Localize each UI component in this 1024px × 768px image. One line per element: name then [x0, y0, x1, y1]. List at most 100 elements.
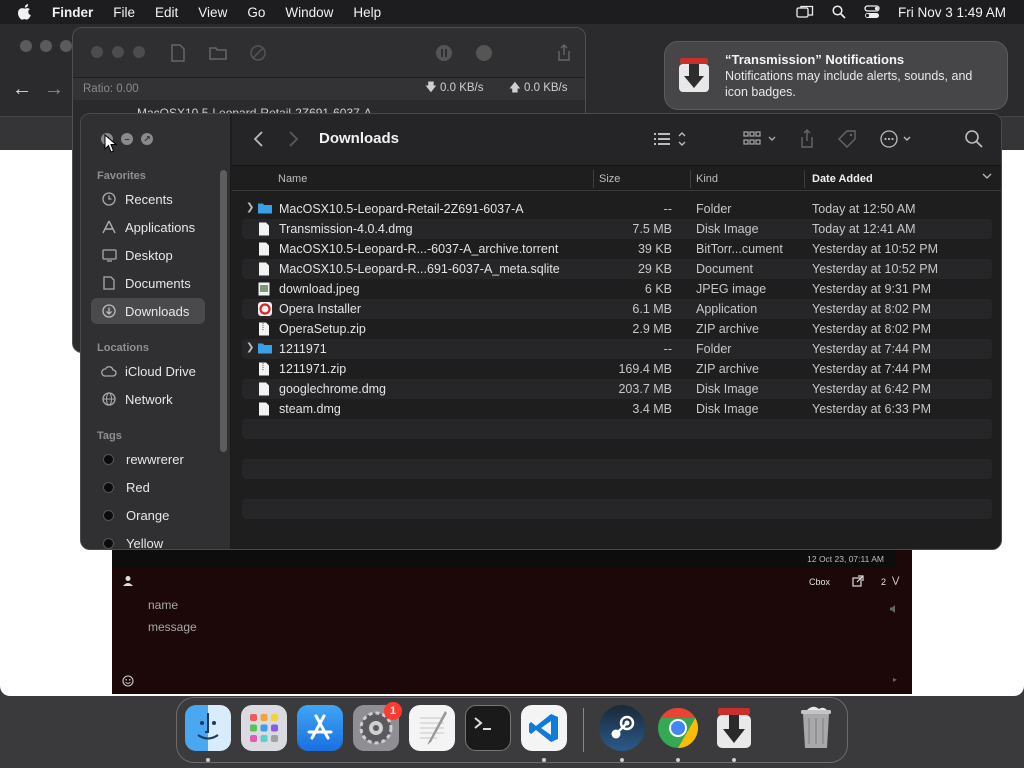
- file-row[interactable]: Opera Installer 6.1 MB Application Yesterda…: [242, 299, 992, 319]
- share-icon[interactable]: [798, 128, 816, 155]
- column-header-kind[interactable]: Kind: [696, 173, 718, 185]
- dock-app-store-icon[interactable]: [297, 705, 343, 751]
- double-chevron-down-icon[interactable]: ⋁: [892, 575, 899, 586]
- menu-clock[interactable]: Fri Nov 3 1:49 AM: [898, 5, 1006, 20]
- spotlight-search-icon[interactable]: [832, 5, 846, 19]
- menu-view[interactable]: View: [198, 5, 227, 20]
- emoji-icon[interactable]: [122, 674, 134, 692]
- file-row[interactable]: googlechrome.dmg 203.7 MB Disk Image Yester…: [242, 379, 992, 399]
- file-name: Transmission-4.0.4.dmg: [279, 222, 413, 236]
- external-link-icon[interactable]: [852, 574, 864, 592]
- file-row[interactable]: ❯ 1211971 -- Folder Yesterday at 7:44 PM: [242, 339, 992, 359]
- screen-mirroring-icon[interactable]: [796, 5, 814, 19]
- file-date-added: Today at 12:50 AM: [812, 202, 916, 216]
- sidebar-item-recents[interactable]: Recents: [91, 186, 205, 212]
- file-date-added: Today at 12:41 AM: [812, 222, 916, 236]
- sidebar-item-documents[interactable]: Documents: [91, 270, 205, 296]
- sidebar-tag-yellow[interactable]: Yellow: [91, 530, 205, 549]
- sidebar-item-network[interactable]: Network: [91, 386, 205, 412]
- transmission-traffic-lights[interactable]: [91, 46, 145, 58]
- file-row[interactable]: Transmission-4.0.4.dmg 7.5 MB Disk Image To…: [242, 219, 992, 239]
- remove-icon[interactable]: [247, 42, 269, 64]
- file-row[interactable]: 1211971.zip 169.4 MB ZIP archive Yesterday …: [242, 359, 992, 379]
- file-row[interactable]: OperaSetup.zip 2.9 MB ZIP archive Yesterday…: [242, 319, 992, 339]
- forward-chevron-icon[interactable]: [288, 129, 300, 154]
- sidebar-tag-orange[interactable]: Orange: [91, 502, 205, 528]
- dock-chrome-icon[interactable]: [655, 705, 701, 751]
- minimize-button[interactable]: –: [121, 133, 133, 145]
- file-row[interactable]: MacOSX10.5-Leopard-R...691-6037-A_meta.s…: [242, 259, 992, 279]
- menu-go[interactable]: Go: [247, 5, 265, 20]
- file-name: Opera Installer: [279, 302, 361, 316]
- sort-chevron-down-icon[interactable]: [982, 171, 992, 184]
- search-icon[interactable]: [964, 128, 984, 155]
- dock-terminal-icon[interactable]: [465, 705, 511, 751]
- tag-dot-icon: [103, 509, 114, 521]
- file-row[interactable]: steam.dmg 3.4 MB Disk Image Yesterday at 6:…: [242, 399, 992, 419]
- file-size: 2.9 MB: [632, 322, 672, 336]
- menu-bar: Finder File Edit View Go Window Help Fri…: [0, 0, 1024, 24]
- folder-icon[interactable]: [207, 42, 229, 64]
- menu-edit[interactable]: Edit: [155, 5, 178, 20]
- sidebar-item-downloads[interactable]: Downloads: [91, 298, 205, 324]
- transmission-notification[interactable]: “Transmission” Notifications Notificatio…: [664, 41, 1008, 110]
- tags-section-label: Tags: [97, 430, 122, 442]
- disclosure-chevron-icon[interactable]: ❯: [246, 202, 254, 213]
- list-view-icon[interactable]: [652, 128, 690, 155]
- ratio-label[interactable]: Ratio: 0.00: [83, 83, 139, 95]
- dock-vscode-icon[interactable]: [521, 705, 567, 751]
- share-icon[interactable]: [553, 42, 575, 64]
- dock-textedit-icon[interactable]: [409, 705, 455, 751]
- back-chevron-icon[interactable]: [252, 129, 264, 154]
- back-arrow-icon[interactable]: ←: [12, 78, 32, 101]
- tag-dot-icon: [103, 453, 114, 465]
- chat-name-input[interactable]: [148, 598, 888, 612]
- column-header-size[interactable]: Size: [599, 173, 620, 185]
- menu-app-name[interactable]: Finder: [52, 5, 93, 20]
- control-center-icon[interactable]: [864, 5, 880, 19]
- apple-logo-icon[interactable]: [18, 0, 38, 24]
- sidebar-scrollbar[interactable]: [220, 170, 227, 452]
- sidebar-item-applications[interactable]: Applications: [91, 214, 205, 240]
- zip-icon: [258, 322, 272, 336]
- menu-file[interactable]: File: [113, 5, 135, 20]
- finder-window: × – ↗ Favorites Recents Applications Des…: [80, 113, 1002, 550]
- zoom-button[interactable]: ↗: [141, 133, 153, 145]
- tag-icon[interactable]: [836, 128, 858, 155]
- file-row[interactable]: ❯ MacOSX10.5-Leopard-Retail-2Z691-6037-A -…: [242, 199, 992, 219]
- file-row[interactable]: download.jpeg 6 KB JPEG image Yesterday at …: [242, 279, 992, 299]
- sidebar-tag-red[interactable]: Red: [91, 474, 205, 500]
- forward-arrow-icon[interactable]: →: [44, 78, 64, 101]
- menu-help[interactable]: Help: [353, 5, 381, 20]
- resume-icon[interactable]: [473, 42, 495, 64]
- send-arrow-icon[interactable]: ▸: [893, 675, 897, 684]
- file-row[interactable]: MacOSX10.5-Leopard-R...-6037-A_archive.t…: [242, 239, 992, 259]
- speaker-icon[interactable]: [889, 601, 899, 619]
- column-header-name[interactable]: Name: [278, 173, 307, 185]
- file-icon: [258, 402, 272, 416]
- group-icon[interactable]: [742, 128, 782, 155]
- dock-transmission-icon[interactable]: [711, 705, 757, 751]
- open-torrent-icon[interactable]: [167, 42, 189, 64]
- disclosure-chevron-icon[interactable]: ❯: [246, 342, 254, 353]
- pause-icon[interactable]: [433, 42, 455, 64]
- empty-row: [242, 479, 992, 499]
- more-actions-icon[interactable]: [878, 128, 916, 155]
- dock-trash-icon[interactable]: [793, 705, 839, 751]
- browser-traffic-lights[interactable]: [20, 40, 72, 52]
- cbox-label[interactable]: Cbox: [809, 577, 830, 587]
- chat-message-input[interactable]: [148, 620, 888, 634]
- user-icon[interactable]: [122, 574, 134, 592]
- menu-window[interactable]: Window: [285, 5, 333, 20]
- file-name: 1211971: [279, 342, 327, 356]
- dock-launchpad-icon[interactable]: [241, 705, 287, 751]
- sidebar-item-icloud-drive[interactable]: iCloud Drive: [91, 358, 205, 384]
- file-date-added: Yesterday at 8:02 PM: [812, 302, 932, 316]
- sidebar-tag-rewwrerer[interactable]: rewwrerer: [91, 446, 205, 472]
- dock-finder-icon[interactable]: [185, 705, 231, 751]
- column-header-date-added[interactable]: Date Added: [812, 173, 873, 185]
- sidebar-item-desktop[interactable]: Desktop: [91, 242, 205, 268]
- dock-steam-icon[interactable]: [599, 705, 645, 751]
- finder-toolbar: Downloads: [232, 114, 1001, 166]
- file-date-added: Yesterday at 6:33 PM: [812, 402, 932, 416]
